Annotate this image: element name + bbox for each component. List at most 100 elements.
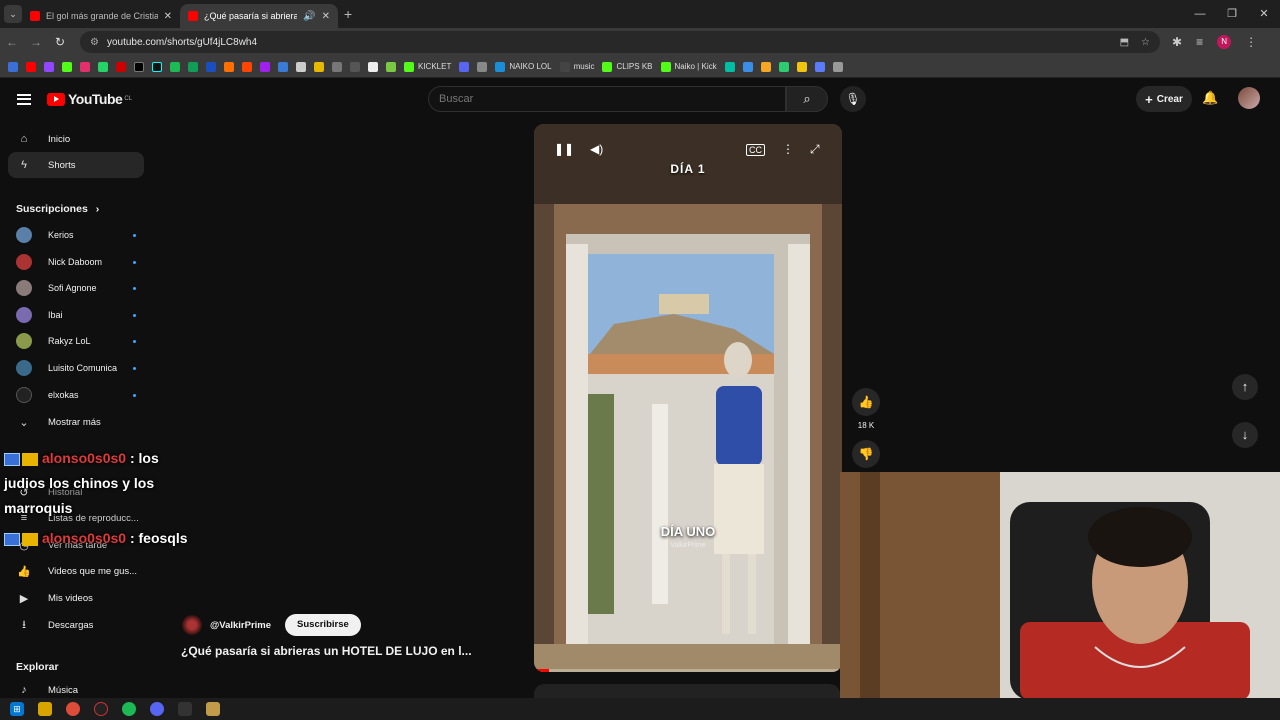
bookmark-search-icon[interactable] [278, 61, 288, 72]
previous-short-button[interactable]: ↑ [1232, 374, 1258, 400]
bookmark-sheets-icon[interactable] [188, 61, 198, 72]
next-short-button[interactable]: ↓ [1232, 422, 1258, 448]
bookmark-kicklet[interactable]: KICKLET [404, 61, 451, 72]
video-progress-bar[interactable] [534, 669, 842, 672]
back-button[interactable]: ← [0, 35, 24, 49]
browser-tab-active[interactable]: ¿Qué pasaría si abrieras un 🔊 ✕ [180, 4, 338, 28]
youtube-logo[interactable]: YouTube CL [47, 91, 132, 107]
app-icon[interactable] [94, 702, 108, 716]
bookmark-instagram-icon[interactable] [80, 61, 90, 72]
subscriptions-heading[interactable]: Suscripciones › [16, 203, 99, 215]
bookmark-r-icon[interactable] [760, 61, 771, 72]
reload-button[interactable]: ↻ [48, 35, 72, 49]
bookmark-grey-icon[interactable] [350, 61, 360, 72]
bookmark-tiktok-icon[interactable] [152, 61, 162, 72]
close-window-button[interactable]: ✕ [1248, 0, 1280, 28]
close-tab-icon[interactable]: ✕ [164, 11, 172, 22]
fullscreen-icon[interactable]: ⤢ [810, 142, 820, 157]
minimize-button[interactable]: — [1184, 0, 1216, 28]
bookmark-naiko-kick[interactable]: Naiko | Kick [660, 61, 717, 72]
apps-icon[interactable] [8, 61, 18, 72]
bookmark-orange-icon[interactable] [224, 61, 234, 72]
site-info-icon[interactable]: ⚙ [90, 37, 99, 48]
bookmark-yellow-icon[interactable] [314, 61, 324, 72]
sidebar-item-downloads[interactable]: ⭳ Descargas [8, 612, 144, 638]
bookmark-cat-icon[interactable] [332, 61, 342, 72]
bookmark-star-icon[interactable]: ☆ [1141, 37, 1150, 48]
bookmark-wave-icon[interactable] [814, 61, 825, 72]
new-tab-button[interactable]: + [344, 6, 352, 22]
forward-button[interactable]: → [24, 35, 48, 49]
bookmark-u-icon[interactable] [796, 61, 807, 72]
more-options-icon[interactable]: ⋮ [782, 142, 794, 156]
bookmark-blue-icon[interactable] [206, 61, 216, 72]
subscription-item[interactable]: Nick Daboom [16, 252, 136, 272]
chrome-icon[interactable] [66, 702, 80, 716]
install-app-icon[interactable]: ⬒ [1120, 37, 1129, 48]
show-more-button[interactable]: ⌄ Mostrar más [8, 409, 144, 435]
sidebar-item-shorts[interactable]: ϟ Shorts [8, 152, 144, 178]
sidebar-item-inicio[interactable]: ⌂ Inicio [8, 126, 144, 152]
subscription-item[interactable]: Luisito Comunica [16, 358, 136, 378]
bookmark-reddit-icon[interactable] [242, 61, 252, 72]
bookmark-chart-icon[interactable] [742, 61, 753, 72]
bookmark-twitch-icon[interactable] [44, 61, 54, 72]
bookmark-green-icon[interactable] [386, 61, 396, 72]
search-input[interactable]: Buscar [428, 86, 786, 112]
subscription-item[interactable]: Kerios [16, 225, 136, 245]
sidebar-item-my-videos[interactable]: ▶ Mis videos [8, 585, 144, 611]
create-button[interactable]: + Crear [1136, 86, 1192, 112]
bookmark-chrome-icon[interactable] [296, 61, 306, 72]
subscription-item[interactable]: Ibai [16, 305, 136, 325]
obs-icon[interactable] [178, 702, 192, 716]
bookmark-pinterest-icon[interactable] [116, 61, 126, 72]
extensions-icon[interactable]: ✱ [1172, 35, 1182, 49]
channel-name[interactable]: @ValkirPrime [210, 620, 271, 631]
bookmark-plus-icon[interactable] [778, 61, 789, 72]
bookmark-kick-icon[interactable] [62, 61, 72, 72]
subscription-item[interactable]: Rakyz LoL [16, 331, 136, 351]
maximize-button[interactable]: ❐ [1216, 0, 1248, 28]
omnibox[interactable]: ⚙ youtube.com/shorts/gUf4jLC8wh4 ⬒ ☆ [80, 31, 1160, 53]
captions-button[interactable]: CC [746, 144, 765, 156]
bookmark-whatsapp-icon[interactable] [98, 61, 108, 72]
bookmark-clips-kb[interactable]: CLIPS KB [602, 61, 653, 72]
bookmark-diamond-icon[interactable] [368, 61, 378, 72]
hamburger-menu-icon[interactable] [17, 93, 31, 105]
start-icon[interactable]: ⊞ [10, 702, 24, 716]
bookmark-shield-icon[interactable] [477, 61, 488, 72]
bookmark-square-icon[interactable] [832, 61, 843, 72]
close-tab-icon[interactable]: ✕ [322, 11, 330, 22]
bookmark-youtube-icon[interactable] [26, 61, 36, 72]
spotify-icon[interactable] [122, 702, 136, 716]
subscription-item[interactable]: elxokas [16, 385, 136, 405]
notifications-bell-icon[interactable]: 🔔 [1202, 90, 1218, 106]
bookmark-purple-icon[interactable] [260, 61, 270, 72]
file-explorer-icon[interactable] [38, 702, 52, 716]
volume-button[interactable]: ◀) [590, 142, 603, 156]
bookmark-music[interactable]: music [559, 61, 594, 72]
bookmark-naiko-lol[interactable]: NAIKO LOL [495, 61, 552, 72]
profile-avatar[interactable]: N [1217, 35, 1232, 49]
subscription-item[interactable]: Sofi Agnone [16, 278, 136, 298]
channel-avatar[interactable] [182, 615, 202, 635]
sidebar-item-liked-videos[interactable]: 👍 Videos que me gus... [8, 558, 144, 584]
speaker-icon[interactable]: 🔊 [303, 11, 315, 22]
bookmark-spotify-icon[interactable] [170, 61, 180, 72]
browser-menu-icon[interactable]: ⋮ [1245, 35, 1257, 49]
bookmark-teal-icon[interactable] [724, 61, 735, 72]
bookmark-x-icon[interactable] [134, 61, 144, 72]
tab-search-button[interactable]: ⌄ [4, 5, 22, 23]
pause-button[interactable]: ❚❚ [554, 142, 574, 156]
voice-search-button[interactable]: 🎙 [840, 86, 866, 112]
discord-icon[interactable] [150, 702, 164, 716]
shorts-player[interactable]: ❚❚ ◀) CC ⋮ ⤢ DÍA 1 DÍA UNO ValkirPrime [534, 124, 842, 672]
subscribe-button[interactable]: Suscribirse [285, 614, 361, 636]
short-title[interactable]: ¿Qué pasaría si abrieras un HOTEL DE LUJ… [181, 644, 472, 658]
browser-tab[interactable]: El gol más grande de Cristiano ✕ [22, 4, 180, 28]
bookmark-discord-icon[interactable] [459, 61, 470, 72]
search-button[interactable]: ⌕ [786, 86, 828, 112]
dislike-button[interactable]: 👎 [852, 440, 880, 468]
league-icon[interactable] [206, 702, 220, 716]
user-avatar[interactable] [1238, 87, 1260, 109]
